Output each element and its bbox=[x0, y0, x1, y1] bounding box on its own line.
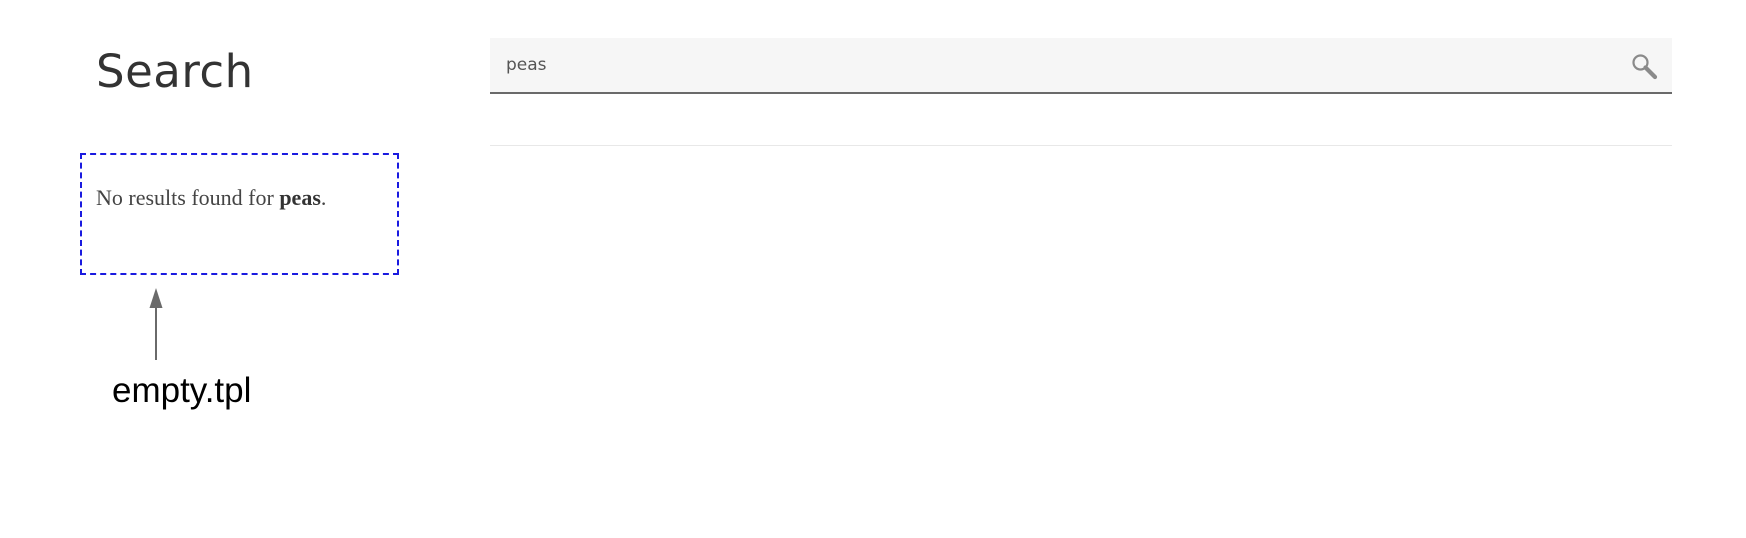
search-input[interactable] bbox=[490, 38, 1610, 92]
no-results-suffix: . bbox=[320, 185, 327, 210]
annotation-arrow-icon bbox=[149, 288, 163, 360]
no-results-prefix: No results found for bbox=[96, 185, 280, 210]
search-bar bbox=[490, 38, 1672, 94]
search-icon[interactable] bbox=[1630, 52, 1658, 80]
no-results-message: No results found for peas. bbox=[96, 184, 326, 212]
no-results-query: peas bbox=[279, 185, 321, 210]
template-highlight-box bbox=[80, 153, 399, 275]
results-divider bbox=[490, 145, 1672, 146]
annotation-label: empty.tpl bbox=[112, 371, 252, 410]
page-title: Search bbox=[96, 45, 254, 98]
